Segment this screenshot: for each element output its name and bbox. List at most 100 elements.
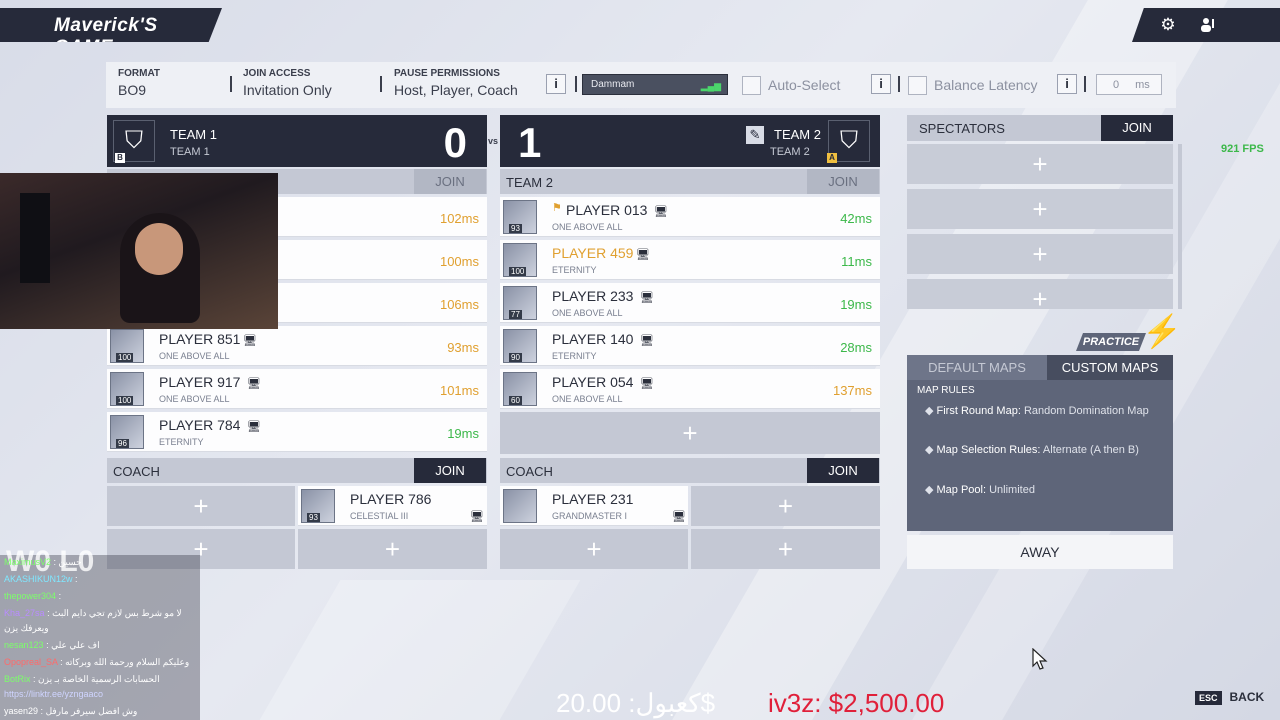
- player-name: PLAYER 784: [159, 417, 241, 433]
- pc-platform-icon: 🖥: [640, 378, 654, 390]
- tab-default-maps[interactable]: DEFAULT MAPS: [907, 355, 1047, 380]
- title-bar: Maverick'S GAME: [0, 8, 222, 42]
- coach-rank: GRANDMASTER I: [552, 511, 628, 521]
- chat-message: nesan123 : اف علي علي: [4, 640, 100, 650]
- team2-empty-slot-add-icon[interactable]: +: [500, 412, 880, 454]
- webcam-microphone: [20, 193, 50, 283]
- team2-coach-add-icon[interactable]: +: [691, 529, 880, 569]
- join-access-value: Invitation Only: [243, 82, 332, 98]
- auto-select-checkbox[interactable]: [742, 76, 761, 95]
- coach-rank: CELESTIAL III: [350, 511, 409, 521]
- chat-message: Kha_27sa : لا مو شرط بس لازم تجي دايم ال…: [4, 608, 182, 618]
- spectator-add-icon[interactable]: +: [907, 189, 1173, 229]
- server-value: Dammam: [591, 79, 635, 90]
- team2-coach-add-icon[interactable]: +: [691, 486, 880, 526]
- pc-platform-icon: 🖥: [636, 249, 650, 261]
- ping-value: 101ms: [439, 383, 479, 398]
- player-level: 100: [509, 267, 527, 276]
- team2-coach-add-icon[interactable]: +: [500, 529, 688, 569]
- format-value: BO9: [118, 82, 147, 98]
- player-level: 100: [116, 396, 134, 405]
- team2-coach-row[interactable]: PLAYER 231 GRANDMASTER I 🖥: [500, 486, 688, 526]
- esc-key-icon: ESC: [1195, 691, 1222, 705]
- back-button[interactable]: ESC BACK: [1195, 690, 1264, 705]
- map-rule-selection: ◆ Map Selection Rules: Alternate (A then…: [925, 444, 1139, 456]
- map-rule-pool: ◆ Map Pool: Unlimited: [925, 484, 1035, 496]
- player-rank: ETERNITY: [159, 437, 204, 447]
- away-button[interactable]: AWAY: [907, 535, 1173, 569]
- team1-coach-add-icon[interactable]: +: [107, 486, 295, 526]
- server-info-button[interactable]: i: [546, 74, 566, 94]
- team1-player-row[interactable]: 100 PLAYER 851 🖥 ONE ABOVE ALL 93ms: [107, 326, 487, 366]
- team2-player-row[interactable]: 60 PLAYER 054 🖥 ONE ABOVE ALL 137ms: [500, 369, 880, 409]
- spectator-add-icon[interactable]: +: [907, 234, 1173, 274]
- ping-value: 100ms: [439, 254, 479, 269]
- webcam-overlay: [0, 173, 278, 329]
- format-label: FORMAT: [118, 68, 161, 79]
- divider: [380, 76, 382, 92]
- divider: [575, 76, 577, 92]
- rule-value: Random Domination Map: [1023, 405, 1149, 417]
- rule-key: First Round Map:: [936, 405, 1021, 417]
- player-avatar: 93: [503, 200, 537, 234]
- tab-custom-maps[interactable]: CUSTOM MAPS: [1047, 355, 1173, 380]
- pc-platform-icon: 🖥: [654, 206, 668, 218]
- team2-player-row[interactable]: 100 PLAYER 459 🖥 ETERNITY 11ms: [500, 240, 880, 280]
- server-dropdown[interactable]: Dammam ▂▄▆: [582, 74, 728, 95]
- pc-platform-icon: 🖥: [247, 421, 261, 433]
- auto-select-info-button[interactable]: i: [871, 74, 891, 94]
- spectator-add-icon[interactable]: +: [907, 144, 1173, 184]
- player-avatar: 100: [110, 329, 144, 363]
- latency-ms-input[interactable]: 0 ms: [1096, 74, 1162, 95]
- format-setting: FORMAT BO9: [118, 68, 160, 98]
- pause-permissions-setting: PAUSE PERMISSIONS Host, Player, Coach: [394, 68, 518, 98]
- join-access-setting: JOIN ACCESS Invitation Only: [243, 68, 332, 98]
- team2-subheader-title: TEAM 2: [506, 175, 553, 190]
- team2-player-row[interactable]: 93 ⚑ PLAYER 013 🖥 ONE ABOVE ALL 42ms: [500, 197, 880, 237]
- player-avatar: 90: [503, 329, 537, 363]
- pc-platform-icon: 🖥: [640, 335, 654, 347]
- host-flag-icon: ⚑: [552, 202, 562, 214]
- practice-badge: PRACTICE: [1076, 333, 1146, 351]
- team1-coach-join-button[interactable]: JOIN: [414, 458, 486, 483]
- spectators-scrollbar[interactable]: [1178, 144, 1182, 309]
- balance-latency-checkbox[interactable]: [908, 76, 927, 95]
- team1-coach-add-icon[interactable]: +: [298, 529, 487, 569]
- team2-subtitle: TEAM 2: [770, 146, 810, 158]
- team2-join-button[interactable]: JOIN: [807, 169, 879, 194]
- team1-player-row[interactable]: 96 PLAYER 784 🖥 ETERNITY 19ms: [107, 412, 487, 452]
- rule-value: Alternate (A then B): [1042, 444, 1139, 456]
- team2-player-row[interactable]: 77 PLAYER 233 🖥 ONE ABOVE ALL 19ms: [500, 283, 880, 323]
- player-name: PLAYER 233: [552, 288, 634, 304]
- rule-value: Unlimited: [989, 484, 1035, 496]
- pc-platform-icon: 🖥: [640, 292, 654, 304]
- team2-name: TEAM 2: [774, 127, 821, 142]
- chat-message: yasen29 : وش افضل سيرفر مارفل: [4, 706, 138, 716]
- player-rank: ONE ABOVE ALL: [552, 308, 623, 318]
- friends-icon[interactable]: [1198, 15, 1218, 35]
- fps-counter: 921 FPS: [1221, 143, 1264, 155]
- signal-bars-icon: ▂▄▆: [700, 81, 721, 91]
- chat-message: Opopreal_SA : وعليكم السلام ورحمة الله و…: [4, 657, 190, 667]
- player-rank: ONE ABOVE ALL: [159, 351, 230, 361]
- spectators-join-button[interactable]: JOIN: [1101, 115, 1173, 141]
- pause-permissions-label: PAUSE PERMISSIONS: [394, 68, 500, 79]
- player-rank: ETERNITY: [552, 265, 597, 275]
- team1-join-button[interactable]: JOIN: [414, 169, 486, 194]
- player-rank: ETERNITY: [552, 351, 597, 361]
- stream-chat-overlay: W0 L0 MaximusV2 : حسين AKASHIKUN12w : th…: [0, 545, 200, 720]
- ping-value: 42ms: [840, 211, 872, 226]
- player-level: 90: [509, 353, 522, 362]
- divider: [230, 76, 232, 92]
- team2-player-row[interactable]: 90 PLAYER 140 🖥 ETERNITY 28ms: [500, 326, 880, 366]
- team1-coach-row[interactable]: 93 PLAYER 786 CELESTIAL III 🖥: [298, 486, 487, 526]
- team2-subheader: TEAM 2 JOIN: [500, 169, 880, 194]
- team1-player-row[interactable]: 100 PLAYER 917 🖥 ONE ABOVE ALL 101ms: [107, 369, 487, 409]
- settings-gear-icon[interactable]: ⚙: [1158, 15, 1178, 35]
- player-name: PLAYER 054: [552, 374, 634, 390]
- player-avatar: 100: [503, 243, 537, 277]
- edit-team-icon[interactable]: ✎: [746, 126, 764, 144]
- balance-latency-info-button[interactable]: i: [1057, 74, 1077, 94]
- spectator-add-icon[interactable]: +: [907, 279, 1173, 314]
- team2-coach-join-button[interactable]: JOIN: [807, 458, 879, 483]
